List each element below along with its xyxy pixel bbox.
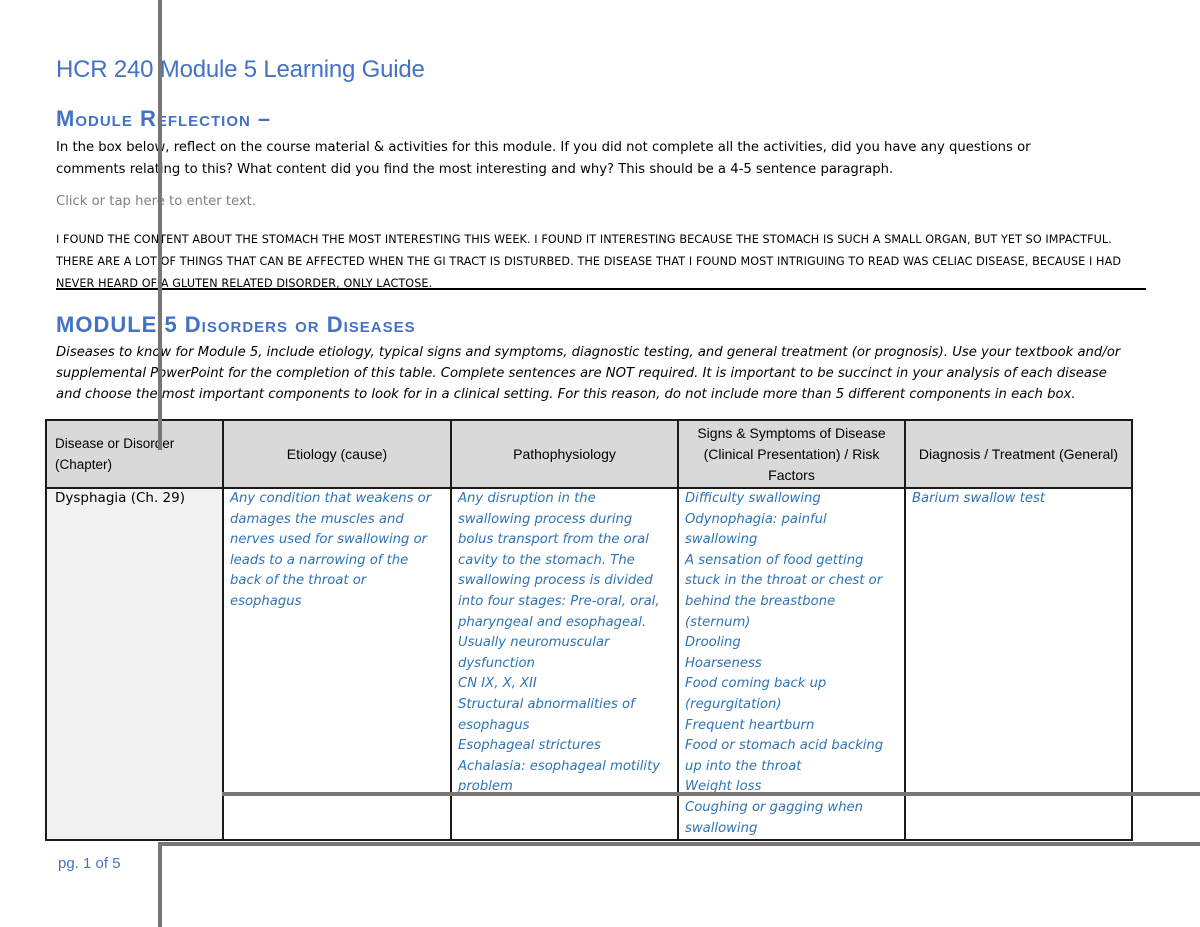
cell-line: A sensation of food getting	[685, 552, 864, 568]
overlay-horizontal-line-bottom	[158, 842, 1200, 846]
reflection-answer[interactable]: I found the content about the stomach th…	[56, 229, 1121, 295]
intro-line: Diseases to know for Module 5, include e…	[56, 345, 1121, 360]
cell-line: behind the breastbone	[685, 593, 836, 609]
cell-line: damages the muscles and	[230, 511, 404, 527]
cell-line: swallowing	[685, 532, 758, 548]
cell-line: dysfunction	[458, 655, 535, 671]
cell-line: up into the throat	[685, 758, 802, 774]
cell-line: stuck in the throat or chest or	[685, 573, 883, 589]
cell-line: back of the throat or	[230, 573, 367, 589]
cell-line: pharyngeal and esophageal.	[458, 614, 647, 630]
reflection-instructions: In the box below, reflect on the course …	[56, 137, 1031, 181]
cell-line: cavity to the stomach. The	[458, 552, 635, 568]
cell-line: Food coming back up	[685, 676, 827, 692]
header-diagnosis-treatment: Diagnosis / Treatment (General)	[904, 419, 1133, 489]
cell-diagnosis-treatment[interactable]: Barium swallow test	[904, 486, 1133, 842]
signs-symptoms-list: Difficulty swallowing Odynophagia: painfu…	[679, 489, 904, 839]
cell-line: into four stages: Pre-oral, oral,	[458, 593, 660, 609]
cell-line: nerves used for swallowing or	[230, 532, 428, 548]
cell-line: esophagus	[458, 717, 530, 733]
intro-line: and choose the most important components…	[56, 387, 1076, 402]
cell-line: Food or stomach acid backing	[685, 738, 884, 754]
cell-line: Usually neuromuscular	[458, 635, 610, 651]
cell-pathophysiology[interactable]: Any disruption in the swallowing process …	[450, 486, 679, 842]
cell-line: Esophageal strictures	[458, 738, 601, 754]
cell-line: swallowing	[685, 820, 758, 836]
reflection-text-field[interactable]: Click or tap here to enter text.	[56, 194, 256, 209]
cell-line: Odynophagia: painful	[685, 511, 827, 527]
overlay-vertical-line-upper-mid	[158, 0, 162, 415]
intro-line: supplemental PowerPoint for the completi…	[56, 366, 1107, 381]
table-header-row: Disease or Disorder (Chapter) Etiology (…	[45, 419, 1133, 489]
cell-line: Barium swallow test	[912, 491, 1046, 506]
cell-line: Frequent heartburn	[685, 717, 815, 733]
cell-line: bolus transport from the oral	[458, 532, 649, 548]
module-reflection-heading: Module Reflection –	[56, 106, 272, 131]
cell-line: leads to a narrowing of the	[230, 552, 409, 568]
page-number: pg. 1 of 5	[58, 855, 121, 872]
cell-disease[interactable]: Dysphagia (Ch. 29)	[45, 486, 224, 842]
pathophysiology-list: Any disruption in the swallowing process …	[452, 489, 677, 798]
header-etiology: Etiology (cause)	[222, 419, 452, 489]
document-title: HCR 240 Module 5 Learning Guide	[56, 56, 425, 83]
answer-line: never heard of a gluten related disorder…	[56, 277, 433, 290]
cell-line: Any disruption in the	[458, 491, 596, 506]
cell-line: CN IX, X, XII	[458, 676, 537, 692]
diagnosis-treatment-list: Barium swallow test	[906, 489, 1131, 510]
table-row: Dysphagia (Ch. 29) Any condition that we…	[45, 486, 1133, 842]
overlay-horizontal-line-mid	[222, 792, 1200, 796]
header-pathophysiology: Pathophysiology	[450, 419, 679, 489]
cell-line: Difficulty swallowing	[685, 491, 821, 506]
cell-etiology[interactable]: Any condition that weakens or damages the…	[222, 486, 452, 842]
cell-signs-symptoms[interactable]: Difficulty swallowing Odynophagia: painfu…	[677, 486, 906, 842]
cell-line: Structural abnormalities of	[458, 696, 635, 712]
cell-line: (regurgitation)	[685, 696, 782, 712]
answer-bottom-rule	[56, 288, 1146, 290]
etiology-list: Any condition that weakens or damages the…	[224, 489, 450, 613]
cell-line: Hoarseness	[685, 655, 762, 671]
cell-line: swallowing process during	[458, 511, 633, 527]
header-signs-symptoms: Signs & Symptoms of Disease (Clinical Pr…	[677, 419, 906, 489]
cell-line: Drooling	[685, 635, 741, 651]
instruction-line: In the box below, reflect on the course …	[56, 140, 1031, 155]
instruction-line: comments relating to this? What content …	[56, 162, 894, 177]
cell-line: Coughing or gagging when	[685, 799, 864, 815]
answer-line: I found the content about the stomach th…	[56, 233, 1112, 246]
cell-line: (sternum)	[685, 614, 751, 630]
cell-line: swallowing process is divided	[458, 573, 653, 589]
disorders-heading: MODULE 5 Disorders or Diseases	[56, 312, 416, 337]
table-instructions: Diseases to know for Module 5, include e…	[56, 342, 1120, 405]
cell-line: Achalasia: esophageal motility	[458, 758, 661, 774]
overlay-vertical-line-bottom	[158, 842, 162, 927]
disorders-table: Disease or Disorder (Chapter) Etiology (…	[45, 419, 1133, 842]
header-disease: Disease or Disorder (Chapter)	[45, 419, 224, 489]
cell-line: Any condition that weakens or	[230, 491, 432, 506]
cell-line: esophagus	[230, 593, 302, 609]
answer-line: There are a lot of things that can be af…	[56, 255, 1122, 268]
